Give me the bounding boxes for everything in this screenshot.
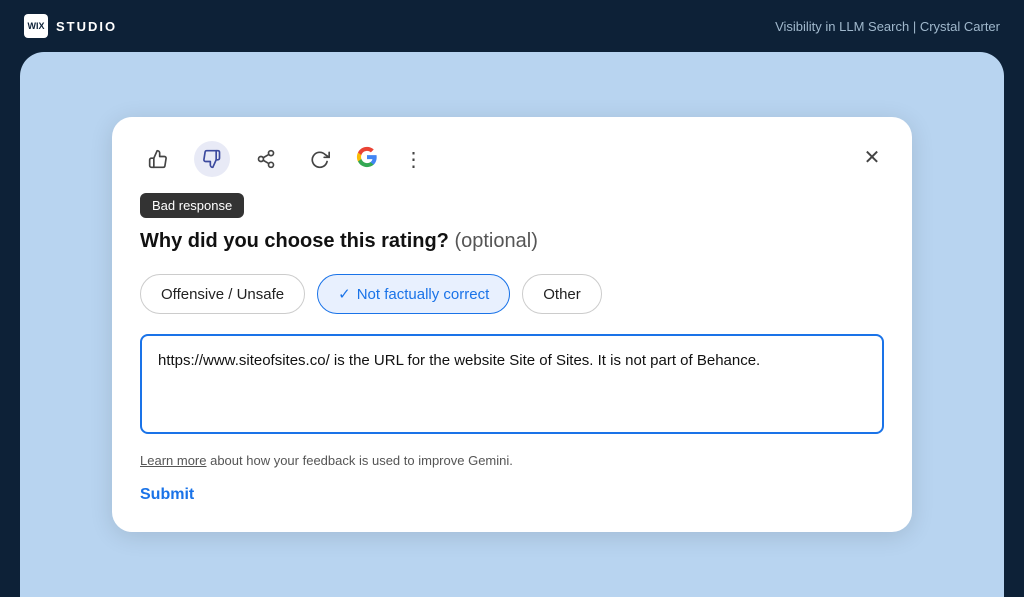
dialog-card: ⋮ Bad response Why did you choose this r… [112, 117, 912, 532]
optional-label: (optional) [454, 230, 537, 252]
brand-name: STUDIO [56, 19, 117, 34]
main-area: ⋮ Bad response Why did you choose this r… [20, 52, 1004, 597]
learn-more-suffix: about how your feedback is used to impro… [206, 453, 512, 468]
thumbs-up-icon [148, 149, 168, 169]
share-button[interactable] [248, 141, 284, 177]
learn-more-line: Learn more about how your feedback is us… [140, 453, 884, 468]
thumbs-down-icon [202, 149, 222, 169]
header: WIX STUDIO Visibility in LLM Search | Cr… [0, 0, 1024, 52]
thumbs-up-button[interactable] [140, 141, 176, 177]
icon-bar: ⋮ [140, 141, 884, 177]
google-icon [356, 146, 378, 168]
thumbs-down-button[interactable] [194, 141, 230, 177]
header-subtitle: Visibility in LLM Search | Crystal Carte… [775, 19, 1000, 34]
options-row: Offensive / Unsafe ✓ Not factually corre… [140, 274, 884, 314]
learn-more-link[interactable]: Learn more [140, 453, 206, 468]
google-icon-wrapper [356, 146, 378, 173]
refresh-button[interactable] [302, 141, 338, 177]
bad-response-badge: Bad response [140, 193, 244, 218]
feedback-textarea[interactable]: https://www.siteofsites.co/ is the URL f… [140, 334, 884, 434]
question-text: Why did you choose this rating? (optiona… [140, 228, 884, 254]
close-button[interactable]: ✕ [856, 141, 888, 173]
wix-logo-box: WIX [24, 14, 48, 38]
option-other-label: Other [543, 286, 581, 303]
submit-button[interactable]: Submit [140, 486, 194, 504]
wix-logo-text: WIX [28, 21, 45, 31]
more-options-icon: ⋮ [404, 147, 425, 172]
logo-area: WIX STUDIO [24, 14, 117, 38]
option-offensive[interactable]: Offensive / Unsafe [140, 274, 305, 314]
more-options-button[interactable]: ⋮ [396, 141, 432, 177]
option-notfactual[interactable]: ✓ Not factually correct [317, 274, 510, 314]
checkmark-icon: ✓ [338, 285, 351, 303]
share-icon [256, 149, 276, 169]
option-notfactual-label: Not factually correct [357, 286, 490, 303]
close-icon: ✕ [864, 145, 881, 170]
option-other[interactable]: Other [522, 274, 602, 314]
option-offensive-label: Offensive / Unsafe [161, 286, 284, 303]
question-main: Why did you choose this rating? [140, 230, 449, 252]
refresh-icon [310, 149, 330, 169]
